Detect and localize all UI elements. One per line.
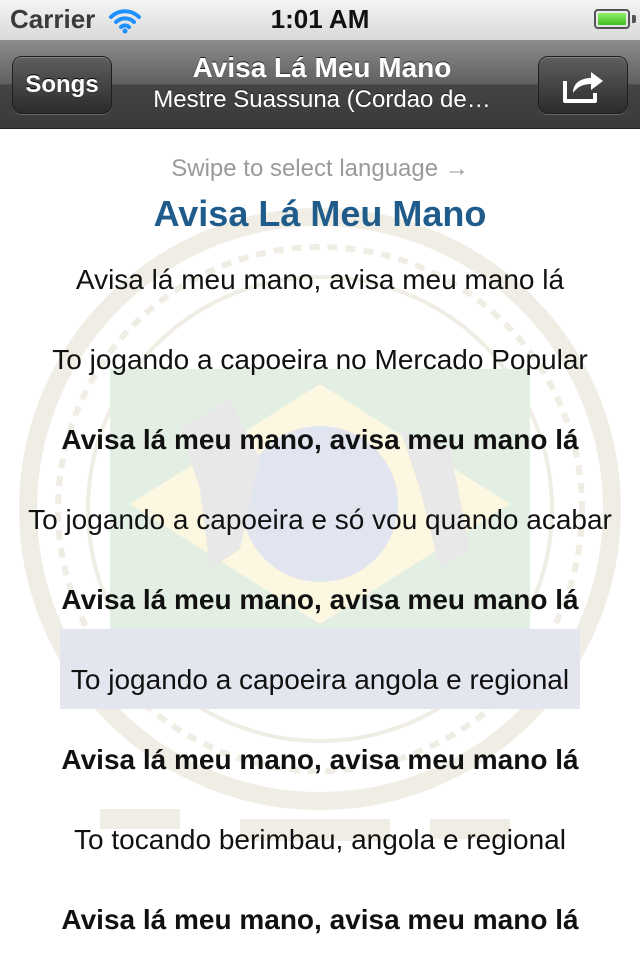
screen: Carrier 1:01 AM Songs Avisa Lá Meu Mano …	[0, 0, 640, 960]
songs-back-button[interactable]: Songs	[12, 56, 112, 114]
song-heading: Avisa Lá Meu Mano	[153, 193, 487, 234]
nav-subtitle: Mestre Suassuna (Cordao de…	[153, 86, 491, 113]
battery-level	[598, 13, 626, 25]
swipe-language-hint: Swipe to select language →	[171, 155, 469, 182]
lyric-line: Avisa lá meu mano, avisa meu mano lá	[75, 264, 565, 295]
share-button[interactable]	[538, 56, 628, 114]
battery-icon	[594, 9, 630, 29]
lyrics-list: Avisa lá meu mano, avisa meu mano lá To j…	[0, 261, 640, 960]
status-bar: Carrier 1:01 AM	[0, 0, 640, 40]
share-icon	[563, 72, 603, 103]
nav-title: Avisa Lá Meu Mano	[192, 52, 452, 83]
navigation-bar: Songs Avisa Lá Meu Mano Mestre Suassuna …	[0, 40, 640, 129]
lyric-line: To jogando a capoeira no Mercado Popular	[52, 344, 588, 375]
lyric-line: To jogando a capoeira e só vou quando ac…	[28, 504, 612, 535]
lyric-line: To tocando berimbau, angola e regional	[74, 824, 566, 855]
battery-tip	[632, 15, 636, 23]
lyric-chorus-line: Avisa lá meu mano, avisa meu mano lá	[61, 424, 579, 455]
lyric-chorus-line: Avisa lá meu mano, avisa meu mano lá	[61, 584, 579, 615]
status-time: 1:01 AM	[270, 4, 370, 34]
lyric-chorus-line: Avisa lá meu mano, avisa meu mano lá	[61, 744, 579, 775]
lyrics-view[interactable]: Swipe to select language → Avisa Lá Meu …	[0, 129, 640, 960]
lyric-chorus-line: Avisa lá meu mano, avisa meu mano lá	[61, 904, 579, 935]
lyric-line: To jogando a capoeira angola e regional	[70, 664, 570, 695]
